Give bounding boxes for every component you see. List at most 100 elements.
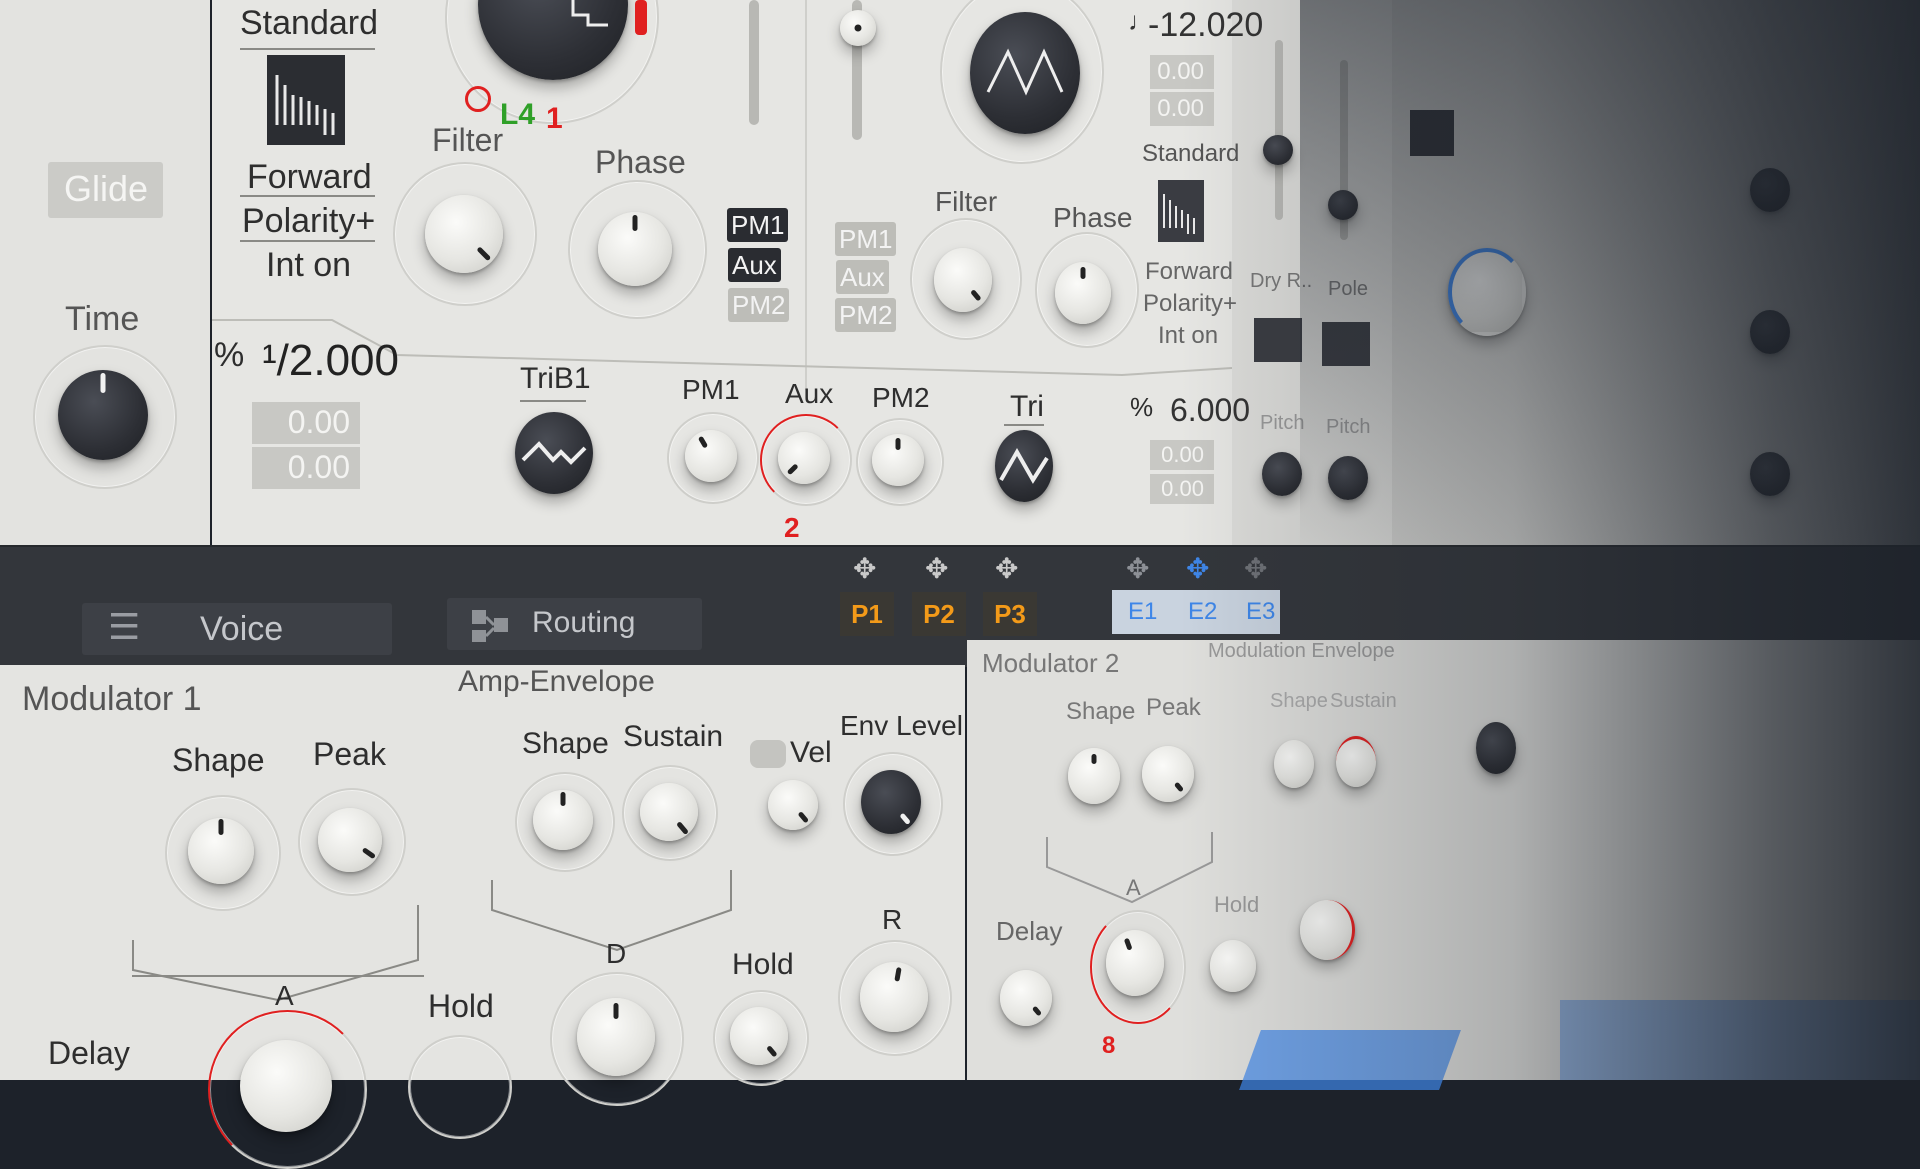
osc1-wave-name[interactable]: TriB1 [520,362,591,396]
lfo-number: 1 [546,102,563,135]
osc2-filter-knob[interactable] [934,248,992,312]
tri-wave-icon[interactable] [995,430,1053,502]
amp-env-level-knob[interactable] [861,770,921,834]
mod2-hold-label: Hold [1214,892,1260,917]
move-icon[interactable]: ✥ [925,552,948,585]
amp-r-knob[interactable] [860,962,928,1032]
amp-vel-knob[interactable] [768,780,818,830]
osc2-aux-tag[interactable]: Aux [836,260,889,294]
osc1-aux-label: Aux [785,378,834,409]
osc2-pm1-tag[interactable]: PM1 [835,222,897,256]
mod2-peak-label: Peak [1146,694,1201,721]
pole-display[interactable] [1322,322,1370,366]
osc2-slider-handle[interactable] [840,10,876,46]
osc2-tune-value[interactable]: -12.020 [1148,6,1263,45]
p2-tag[interactable]: P2 [912,592,966,636]
dry-display[interactable] [1254,318,1302,362]
blue-envelope-shape [1239,1030,1461,1090]
e2-tag[interactable]: E2 [1188,598,1217,626]
osc1-mode-standard[interactable]: Standard [240,4,378,43]
mod-env-d-knob[interactable] [1300,900,1355,960]
routing-tab-label: Routing [532,606,636,639]
fx-knob-3[interactable] [1750,452,1790,496]
time-label: Time [65,300,140,338]
osc1-wave-display[interactable] [478,0,628,80]
amp-sustain-label: Sustain [623,720,724,753]
osc1-mode-underline [240,48,375,50]
osc1-wave-icon[interactable] [515,412,593,494]
osc1-aux-knob[interactable] [778,432,830,484]
far-right-slider-1[interactable] [1275,40,1283,220]
osc2-mode-forward[interactable]: Forward [1145,258,1233,286]
mod1-shape-knob[interactable] [188,818,254,884]
e3-tag[interactable]: E3 [1246,598,1275,626]
far-right-slider-1-handle[interactable] [1263,135,1293,165]
move-icon[interactable]: ✥ [995,552,1018,585]
move-icon[interactable]: ✥ [853,552,876,585]
fx-knob-1[interactable] [1750,168,1790,212]
vel-toggle-icon[interactable] [750,740,786,768]
osc1-slider-track[interactable] [749,0,759,125]
time-knob[interactable] [58,370,148,460]
amp-hold-knob[interactable] [730,1007,788,1065]
mod-env-title: Modulation Envelope [1208,640,1395,662]
amp-shape-knob[interactable] [533,790,593,850]
osc2-wave-name[interactable]: Tri [1010,390,1044,424]
mod1-a-knob[interactable] [240,1040,332,1132]
mod-env-sustain-knob[interactable] [1336,736,1376,787]
mod-env-level-knob[interactable] [1476,722,1516,774]
amp-d-knob[interactable] [577,998,655,1076]
osc2-mode-int[interactable]: Int on [1158,322,1218,350]
lfo-circle-icon[interactable] [465,86,491,112]
amp-env-title: Amp-Envelope [458,665,655,698]
osc2-phase-knob[interactable] [1055,262,1111,324]
p3-tag[interactable]: P3 [983,592,1037,636]
fx-knob-2[interactable] [1750,310,1790,354]
osc1-ratio-value[interactable]: ¹/2.000 [262,336,399,386]
amp-sustain-knob[interactable] [640,783,698,841]
mod1-peak-knob[interactable] [318,808,382,872]
pitch2-knob[interactable] [1328,456,1368,500]
move-icon[interactable]: ✥ [1186,552,1209,585]
osc2-value-a[interactable]: 0.00 [1150,55,1214,89]
mod2-peak-knob[interactable] [1142,746,1194,802]
osc1-pm1-tag[interactable]: PM1 [727,208,789,242]
p1-tag[interactable]: P1 [840,592,894,636]
move-icon[interactable]: ✥ [1126,552,1149,585]
e1-tag[interactable]: E1 [1128,598,1157,626]
osc1-aux-tag[interactable]: Aux [728,248,781,282]
mod2-a-knob[interactable] [1106,930,1164,996]
osc1-ratio-icon[interactable]: % [214,336,244,375]
osc1-pm1-knob[interactable] [685,430,737,482]
mod2-delay-knob[interactable] [1000,970,1052,1026]
pitch1-knob[interactable] [1262,452,1302,496]
mod-env-sustain-label: Sustain [1330,690,1397,712]
osc2-value-d[interactable]: 0.00 [1150,474,1214,504]
mod-env-shape-knob[interactable] [1274,740,1314,788]
mod2-delay-label: Delay [996,916,1063,946]
osc2-value-c[interactable]: 0.00 [1150,440,1214,470]
osc1-value-b[interactable]: 0.00 [252,447,360,489]
osc1-filter-knob[interactable] [425,195,503,273]
move-icon[interactable]: ✥ [1244,552,1267,585]
osc1-mode-forward[interactable]: Forward [247,158,372,197]
osc1-value-a[interactable]: 0.00 [252,402,360,444]
osc2-ratio-value[interactable]: 6.000 [1170,392,1250,429]
far-right-slider-2-handle[interactable] [1328,190,1358,220]
osc1-mode-polarity[interactable]: Polarity+ [242,202,375,241]
menu-icon: ☰ [108,606,141,647]
osc1-phase-knob[interactable] [598,212,672,286]
glide-label: Glide [64,168,149,209]
osc1-pm1-label: PM1 [682,374,740,405]
osc1-pm2-knob[interactable] [872,434,924,486]
mod2-hold-knob[interactable] [1210,940,1256,992]
osc2-ratio-icon[interactable]: % [1130,392,1153,423]
osc2-mode-standard[interactable]: Standard [1142,140,1239,168]
mod2-shape-knob[interactable] [1068,748,1120,804]
osc2-wave-display[interactable] [970,12,1080,134]
osc2-mode-polarity[interactable]: Polarity+ [1143,290,1237,318]
osc1-mode-int[interactable]: Int on [266,246,351,285]
osc2-value-b[interactable]: 0.00 [1150,92,1214,126]
fx-blue-knob[interactable] [1448,248,1526,336]
osc2-pm2-tag[interactable]: PM2 [835,298,897,332]
